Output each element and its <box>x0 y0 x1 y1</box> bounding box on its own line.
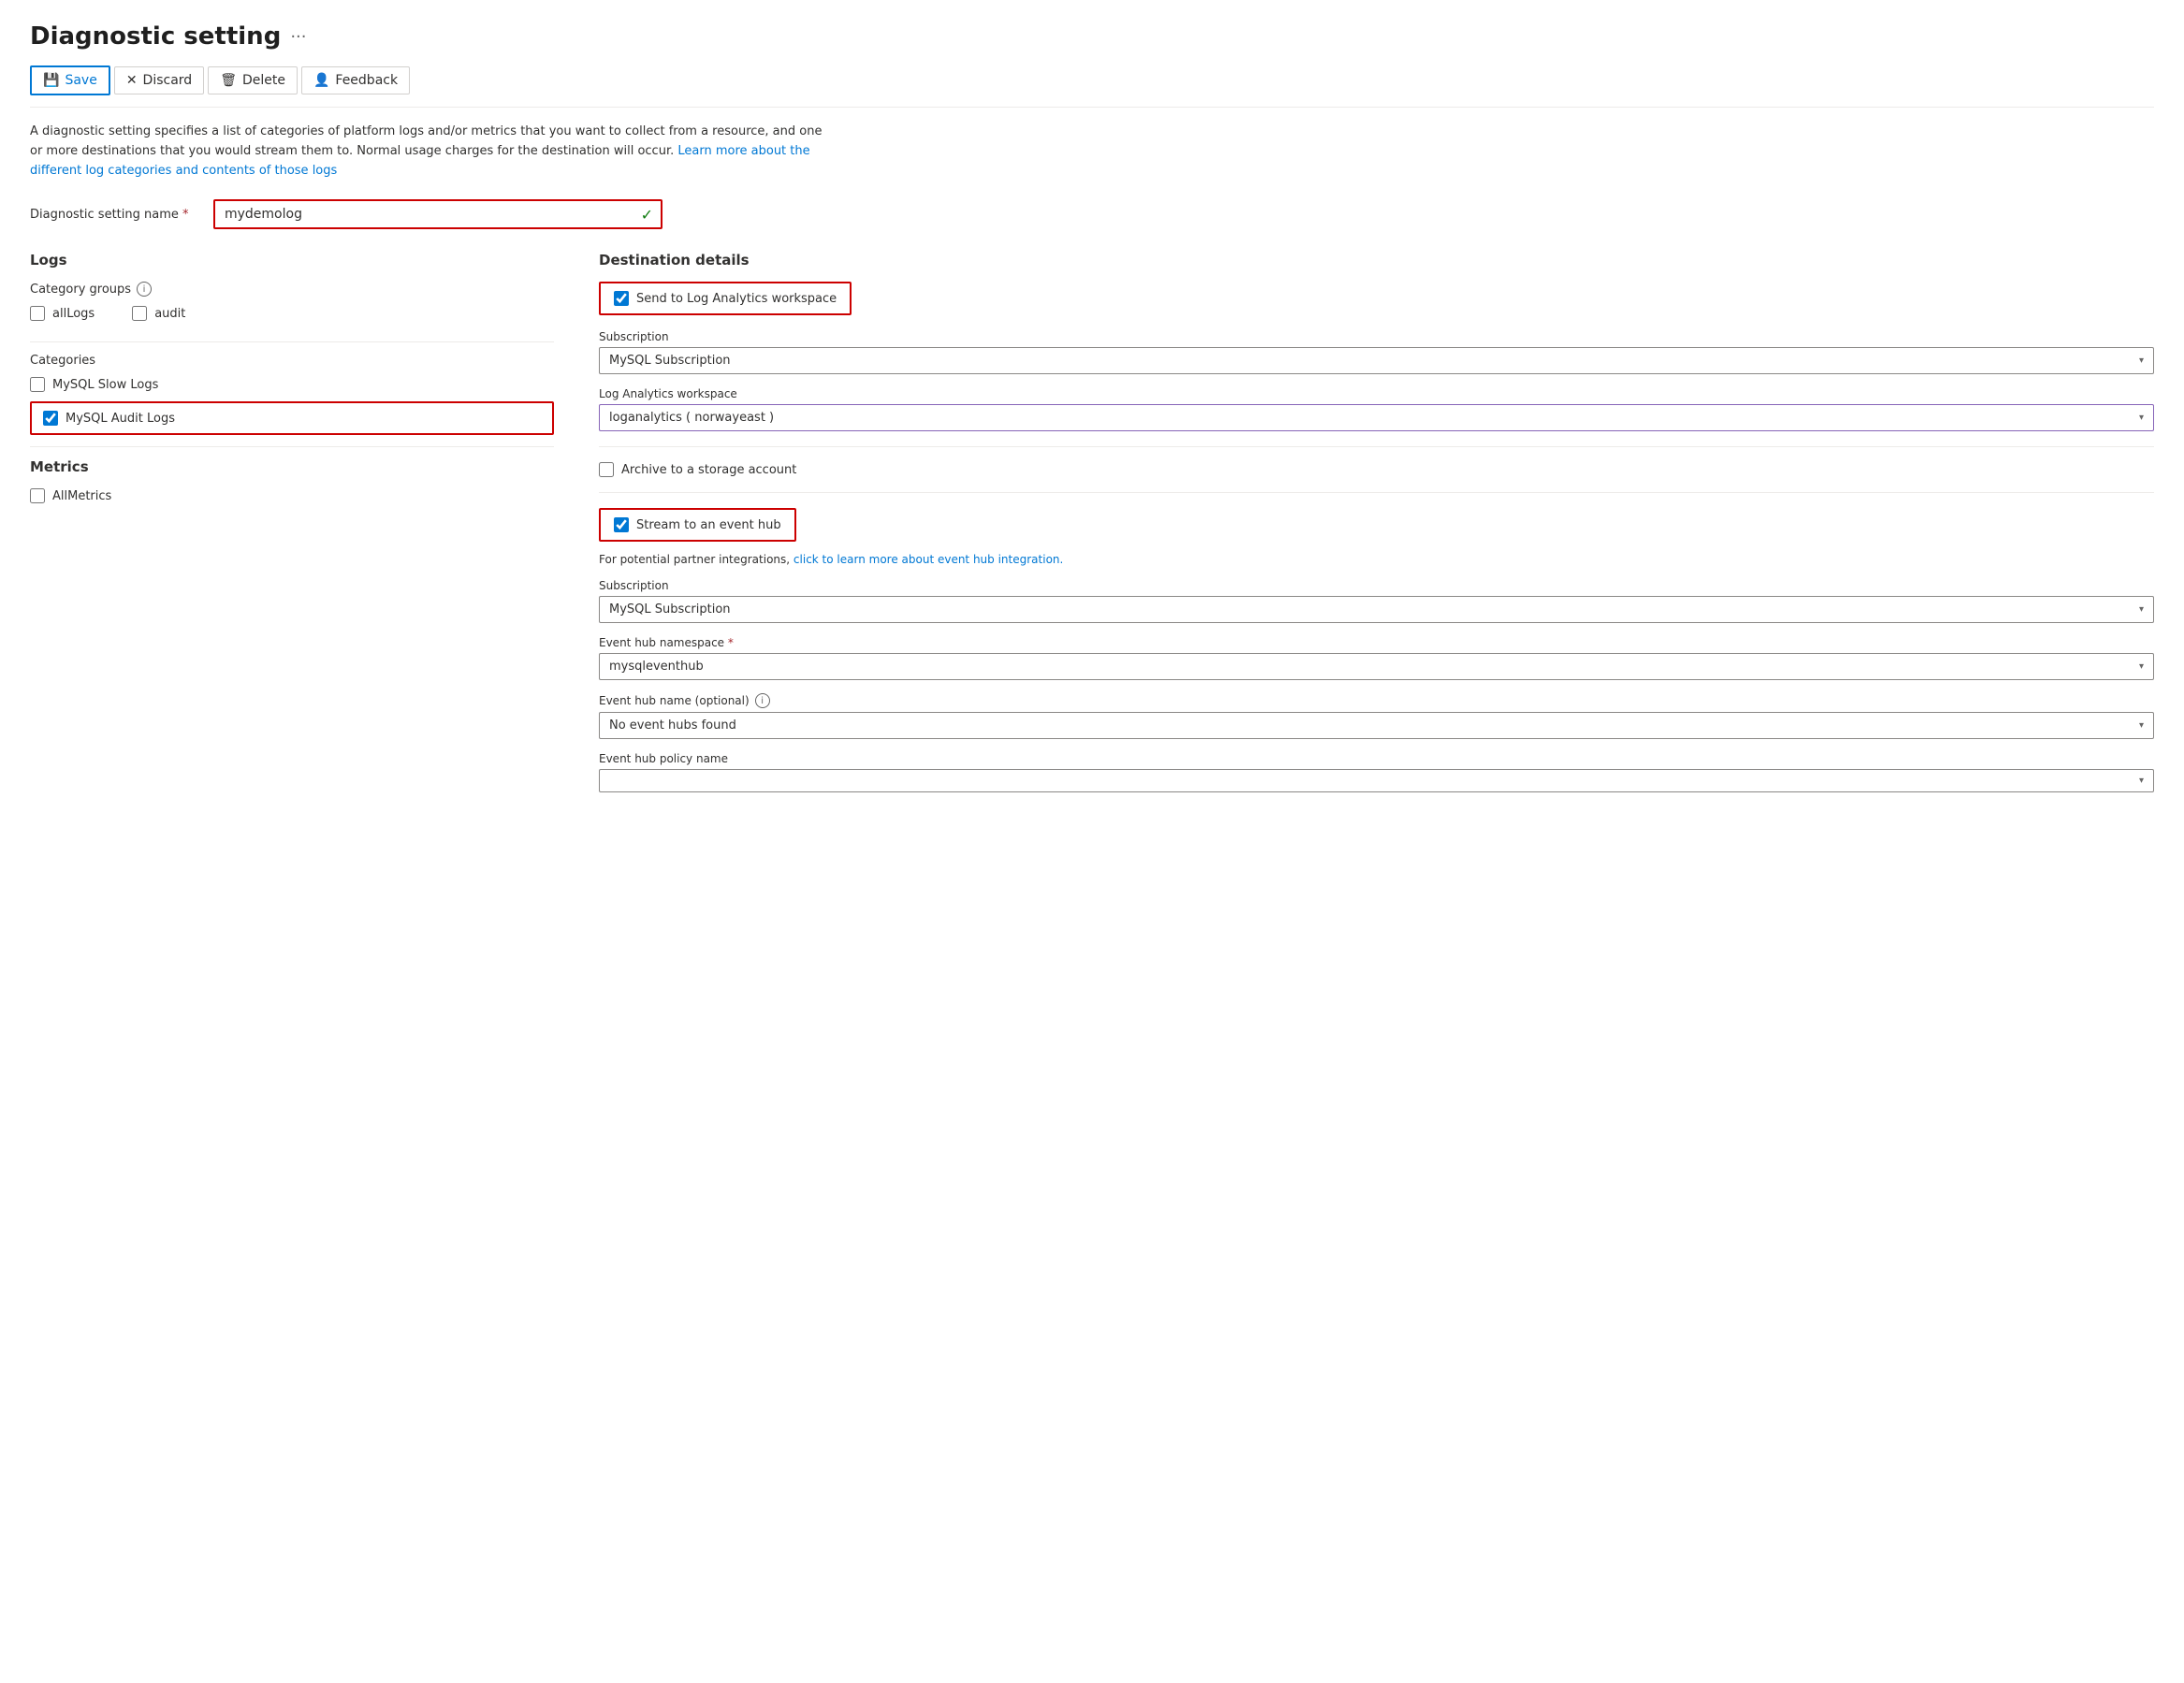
event-hub-namespace-label: Event hub namespace * <box>599 636 2154 649</box>
event-hub-name-info-icon[interactable]: i <box>755 693 770 708</box>
feedback-icon: 👤 <box>313 73 329 88</box>
destination-section-title: Destination details <box>599 252 2154 268</box>
logs-section: Logs Category groups i allLogs audit Cat… <box>30 252 554 435</box>
stream-event-hub-section: Stream to an event hub For potential par… <box>599 508 2154 792</box>
discard-icon: ✕ <box>126 73 138 88</box>
log-analytics-checkbox[interactable] <box>614 291 629 306</box>
right-divider-1 <box>599 446 2154 447</box>
event-hub-subscription-chevron-icon: ▾ <box>2139 604 2144 615</box>
event-hub-namespace-chevron-icon: ▾ <box>2139 661 2144 672</box>
log-analytics-workspace-dropdown[interactable]: loganalytics ( norwayeast ) ▾ <box>599 404 2154 431</box>
event-hub-name-dropdown[interactable]: No event hubs found ▾ <box>599 712 2154 739</box>
feedback-button[interactable]: 👤 Feedback <box>301 66 410 94</box>
all-metrics-checkbox[interactable] <box>30 488 45 503</box>
diagnostic-name-label: Diagnostic setting name * <box>30 208 198 222</box>
mysql-audit-logs-checkbox[interactable] <box>43 411 58 426</box>
event-hub-namespace-dropdown[interactable]: mysqleventhub ▾ <box>599 653 2154 680</box>
save-button[interactable]: 💾 Save <box>30 65 110 95</box>
left-panel: Logs Category groups i allLogs audit Cat… <box>30 252 554 805</box>
event-hub-subscription-label: Subscription <box>599 579 2154 592</box>
audit-checkbox-row[interactable]: audit <box>132 306 185 321</box>
log-analytics-subscription-label: Subscription <box>599 330 2154 343</box>
stream-event-hub-checkbox[interactable] <box>614 517 629 532</box>
category-groups-row: allLogs audit <box>30 306 554 330</box>
delete-button[interactable]: 🗑 Delete <box>208 66 298 94</box>
event-hub-namespace-group: Event hub namespace * mysqleventhub ▾ <box>599 636 2154 680</box>
diagnostic-name-row: Diagnostic setting name * ✓ <box>30 199 2154 229</box>
delete-icon: 🗑 <box>220 73 237 88</box>
event-hub-name-group: Event hub name (optional) i No event hub… <box>599 693 2154 739</box>
archive-storage-checkbox-row[interactable]: Archive to a storage account <box>599 462 2154 477</box>
subscription-chevron-icon: ▾ <box>2139 355 2144 366</box>
log-analytics-subscription-group: Subscription MySQL Subscription ▾ <box>599 330 2154 374</box>
log-analytics-checkbox-highlighted[interactable]: Send to Log Analytics workspace <box>599 282 852 315</box>
category-groups-info-icon[interactable]: i <box>137 282 152 297</box>
mysql-slow-logs-checkbox[interactable] <box>30 377 45 392</box>
archive-storage-checkbox[interactable] <box>599 462 614 477</box>
save-icon: 💾 <box>43 73 59 88</box>
diagnostic-name-input-wrapper: ✓ <box>213 199 662 229</box>
metrics-section-title: Metrics <box>30 458 554 475</box>
description-text: A diagnostic setting specifies a list of… <box>30 123 825 181</box>
event-hub-policy-group: Event hub policy name ▾ <box>599 752 2154 792</box>
page-ellipsis: ··· <box>290 27 306 47</box>
event-hub-policy-chevron-icon: ▾ <box>2139 776 2144 786</box>
valid-check-icon: ✓ <box>641 206 661 224</box>
logs-section-title: Logs <box>30 252 554 268</box>
main-layout: Logs Category groups i allLogs audit Cat… <box>30 252 2154 805</box>
page-title: Diagnostic setting ··· <box>30 22 2154 51</box>
mysql-slow-logs-checkbox-row[interactable]: MySQL Slow Logs <box>30 377 554 392</box>
divider-1 <box>30 341 554 342</box>
partner-integration-link[interactable]: click to learn more about event hub inte… <box>794 553 1063 566</box>
event-hub-subscription-group: Subscription MySQL Subscription ▾ <box>599 579 2154 623</box>
event-hub-policy-dropdown[interactable]: ▾ <box>599 769 2154 792</box>
event-hub-policy-label: Event hub policy name <box>599 752 2154 765</box>
metrics-section: Metrics AllMetrics <box>30 458 554 503</box>
all-logs-checkbox[interactable] <box>30 306 45 321</box>
log-analytics-subscription-dropdown[interactable]: MySQL Subscription ▾ <box>599 347 2154 374</box>
divider-2 <box>30 446 554 447</box>
log-analytics-workspace-label: Log Analytics workspace <box>599 387 2154 400</box>
diagnostic-name-input[interactable] <box>215 201 641 227</box>
categories-label: Categories <box>30 354 554 368</box>
log-analytics-workspace-group: Log Analytics workspace loganalytics ( n… <box>599 387 2154 431</box>
workspace-chevron-icon: ▾ <box>2139 413 2144 423</box>
stream-event-hub-highlighted[interactable]: Stream to an event hub <box>599 508 796 542</box>
partner-integration-text: For potential partner integrations, clic… <box>599 553 2154 566</box>
right-panel: Destination details Send to Log Analytic… <box>599 252 2154 805</box>
category-groups-label: Category groups i <box>30 282 554 297</box>
audit-checkbox[interactable] <box>132 306 147 321</box>
event-hub-name-chevron-icon: ▾ <box>2139 720 2144 731</box>
mysql-audit-logs-highlighted-row[interactable]: MySQL Audit Logs <box>30 401 554 435</box>
toolbar: 💾 Save ✕ Discard 🗑 Delete 👤 Feedback <box>30 65 2154 108</box>
all-metrics-checkbox-row[interactable]: AllMetrics <box>30 488 554 503</box>
discard-button[interactable]: ✕ Discard <box>114 66 204 94</box>
all-logs-checkbox-row[interactable]: allLogs <box>30 306 95 321</box>
event-hub-subscription-dropdown[interactable]: MySQL Subscription ▾ <box>599 596 2154 623</box>
event-hub-name-label: Event hub name (optional) i <box>599 693 2154 708</box>
right-divider-2 <box>599 492 2154 493</box>
